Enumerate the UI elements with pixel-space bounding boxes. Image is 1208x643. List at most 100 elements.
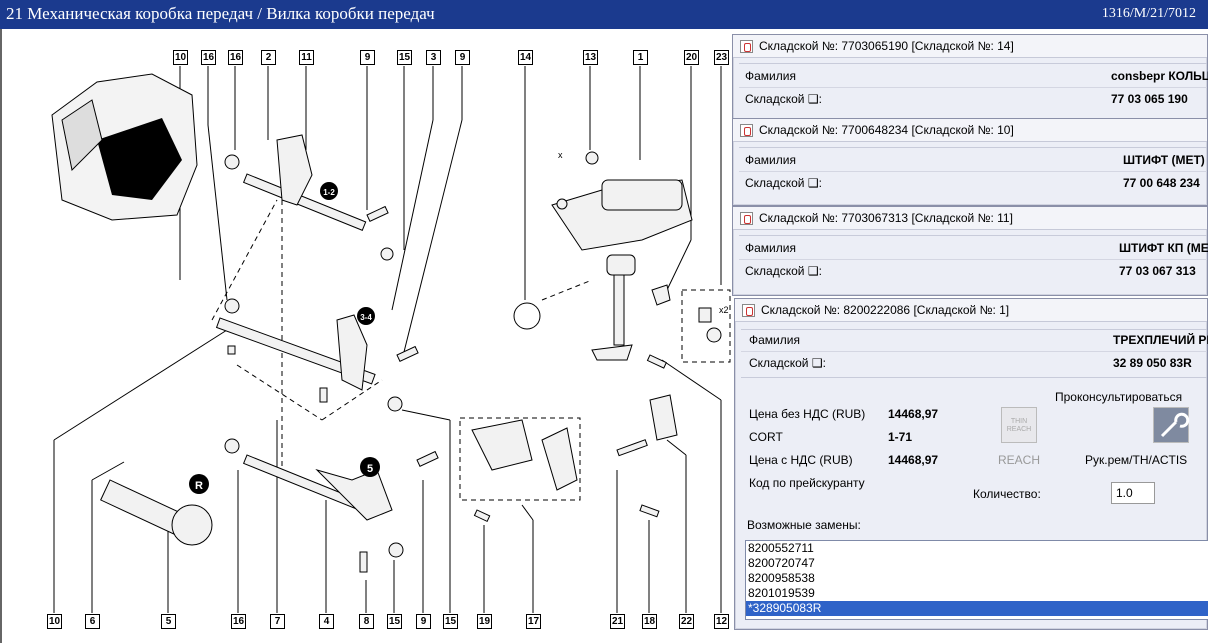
replacement-item[interactable]: 8200958538 xyxy=(746,571,1208,586)
manual-wrench-icon[interactable] xyxy=(1153,407,1190,443)
callout-top-9[interactable]: 9 xyxy=(360,50,375,65)
price-net-label: Цена без НДС (RUB) xyxy=(749,407,866,421)
callout-bottom-12[interactable]: 12 xyxy=(714,614,729,629)
callout-top-1[interactable]: 1 xyxy=(633,50,648,65)
callout-bottom-5[interactable]: 5 xyxy=(161,614,176,629)
popup-header-text: Складской №: 8200222086 [Складской №: 1] xyxy=(761,303,1010,317)
reach-icon[interactable]: THIN REACH xyxy=(1001,407,1037,443)
family-value: ШТИФТ КП (МЕТ xyxy=(1119,241,1208,255)
replacement-item[interactable]: *328905083R xyxy=(746,601,1208,616)
stock-label: Складской ❑: xyxy=(745,264,822,278)
gear-badge-34: 3-4 xyxy=(360,313,372,322)
callout-top-2[interactable]: 2 xyxy=(261,50,276,65)
consult-label: Проконсультироваться xyxy=(1055,390,1183,404)
quantity-input[interactable]: 1.0 xyxy=(1111,482,1155,504)
family-label: Фамилия xyxy=(745,69,796,83)
gearbox-housing-drawing xyxy=(51,73,198,221)
replacements-list[interactable]: 8200552711 8200720747 8200958538 8201019539… xyxy=(745,540,1208,620)
stock-label: Складской ❑: xyxy=(745,176,822,190)
pricecode-label: Код по прейскуранту xyxy=(749,476,865,490)
callout-top-23[interactable]: 23 xyxy=(714,50,729,65)
callout-bottom-15[interactable]: 15 xyxy=(387,614,402,629)
callout-bottom-8[interactable]: 8 xyxy=(359,614,374,629)
callout-top-15[interactable]: 15 xyxy=(397,50,412,65)
popup-header[interactable]: Складской №: 8200222086 [Складской №: 1] xyxy=(735,299,1207,322)
callout-bottom-22[interactable]: 22 xyxy=(679,614,694,629)
replacement-item[interactable]: 8200552711 xyxy=(746,541,1208,556)
family-value: consbepr КОЛЬЦ xyxy=(1111,69,1208,83)
callout-bottom-18[interactable]: 18 xyxy=(642,614,657,629)
java-app-icon xyxy=(740,124,753,137)
family-value: ТРЕХПЛЕЧИЙ РЫ xyxy=(1113,333,1208,347)
stock-label: Складской ❑: xyxy=(745,92,822,106)
family-label: Фамилия xyxy=(745,153,796,167)
callout-top-14[interactable]: 14 xyxy=(518,50,533,65)
wrench-icon xyxy=(1160,412,1190,438)
divider xyxy=(739,147,1207,148)
callout-top-11[interactable]: 11 xyxy=(299,50,314,65)
divider xyxy=(741,377,1207,378)
family-value: ШТИФТ (МЕТ) xyxy=(1123,153,1205,167)
x-label: x xyxy=(558,150,563,160)
title-bar: 21 Механическая коробка передач / Вилка … xyxy=(0,0,1208,29)
replacements-label: Возможные замены: xyxy=(747,518,861,532)
part-popup-main[interactable]: Складской №: 8200222086 [Складской №: 1]… xyxy=(734,298,1208,630)
callout-top-16[interactable]: 16 xyxy=(201,50,216,65)
callout-bottom-15[interactable]: 15 xyxy=(443,614,458,629)
callout-bottom-21[interactable]: 21 xyxy=(610,614,625,629)
price-vat-label: Цена с НДС (RUB) xyxy=(749,453,853,467)
callout-bottom-19[interactable]: 19 xyxy=(477,614,492,629)
callout-top-20[interactable]: 20 xyxy=(684,50,699,65)
cort-value: 1-71 xyxy=(888,430,913,444)
x2-label: x2 xyxy=(719,305,729,315)
callout-top-10[interactable]: 10 xyxy=(173,50,188,65)
part-popup-14[interactable]: Складской №: 7703065190 [Складской №: 14… xyxy=(732,34,1208,120)
replacement-item[interactable]: 8200720747 xyxy=(746,556,1208,571)
callout-bottom-10[interactable]: 10 xyxy=(47,614,62,629)
part-popup-11[interactable]: Складской №: 7703067313 [Складской №: 11… xyxy=(732,206,1208,296)
stock-value: 77 00 648 234 xyxy=(1123,176,1200,190)
callout-top-16[interactable]: 16 xyxy=(228,50,243,65)
callout-bottom-9[interactable]: 9 xyxy=(416,614,431,629)
divider xyxy=(739,63,1207,64)
cort-label: CORT xyxy=(749,430,783,444)
divider xyxy=(741,329,1207,330)
gear-badge-5: 5 xyxy=(367,463,373,475)
callout-top-13[interactable]: 13 xyxy=(583,50,598,65)
callout-top-9[interactable]: 9 xyxy=(455,50,470,65)
popup-header[interactable]: Складской №: 7703065190 [Складской №: 14… xyxy=(733,35,1207,58)
callout-bottom-16[interactable]: 16 xyxy=(231,614,246,629)
manual-label[interactable]: Рук.рем/TH/ACTIS xyxy=(1085,453,1187,467)
popup-header[interactable]: Складской №: 7700648234 [Складской №: 10… xyxy=(733,119,1207,142)
diagram-code: 1316/M/21/7012 xyxy=(1101,6,1196,21)
divider xyxy=(739,87,1207,88)
popup-header-text: Складской №: 7703067313 [Складской №: 11… xyxy=(759,211,1013,225)
callout-bottom-4[interactable]: 4 xyxy=(319,614,334,629)
stock-label: Складской ❑: xyxy=(749,356,826,370)
reach-icon-text: THIN REACH xyxy=(1006,418,1032,433)
window-title: 21 Механическая коробка передач / Вилка … xyxy=(6,4,435,23)
java-app-icon xyxy=(740,212,753,225)
divider xyxy=(739,235,1207,236)
divider xyxy=(739,171,1207,172)
stock-value: 77 03 065 190 xyxy=(1111,92,1188,106)
replacement-item[interactable]: 8201019539 xyxy=(746,586,1208,601)
popup-header[interactable]: Складской №: 7703067313 [Складской №: 11… xyxy=(733,207,1207,230)
family-label: Фамилия xyxy=(745,241,796,255)
popup-header-text: Складской №: 7703065190 [Складской №: 14… xyxy=(759,39,1014,53)
reach-label[interactable]: REACH xyxy=(998,453,1040,467)
popup-header-text: Складской №: 7700648234 [Складской №: 10… xyxy=(759,123,1014,137)
gear-badge-r: R xyxy=(195,480,203,492)
price-vat-value: 14468,97 xyxy=(888,453,939,467)
callout-bottom-7[interactable]: 7 xyxy=(270,614,285,629)
callout-bottom-17[interactable]: 17 xyxy=(526,614,541,629)
part-popup-10[interactable]: Складской №: 7700648234 [Складской №: 10… xyxy=(732,118,1208,206)
family-label: Фамилия xyxy=(749,333,800,347)
stock-value: 77 03 067 313 xyxy=(1119,264,1196,278)
quantity-label: Количество: xyxy=(973,487,1041,501)
callout-bottom-6[interactable]: 6 xyxy=(85,614,100,629)
java-app-icon xyxy=(740,40,753,53)
gear-badge-12: 1-2 xyxy=(323,188,335,197)
callout-top-3[interactable]: 3 xyxy=(426,50,441,65)
divider xyxy=(739,259,1207,260)
